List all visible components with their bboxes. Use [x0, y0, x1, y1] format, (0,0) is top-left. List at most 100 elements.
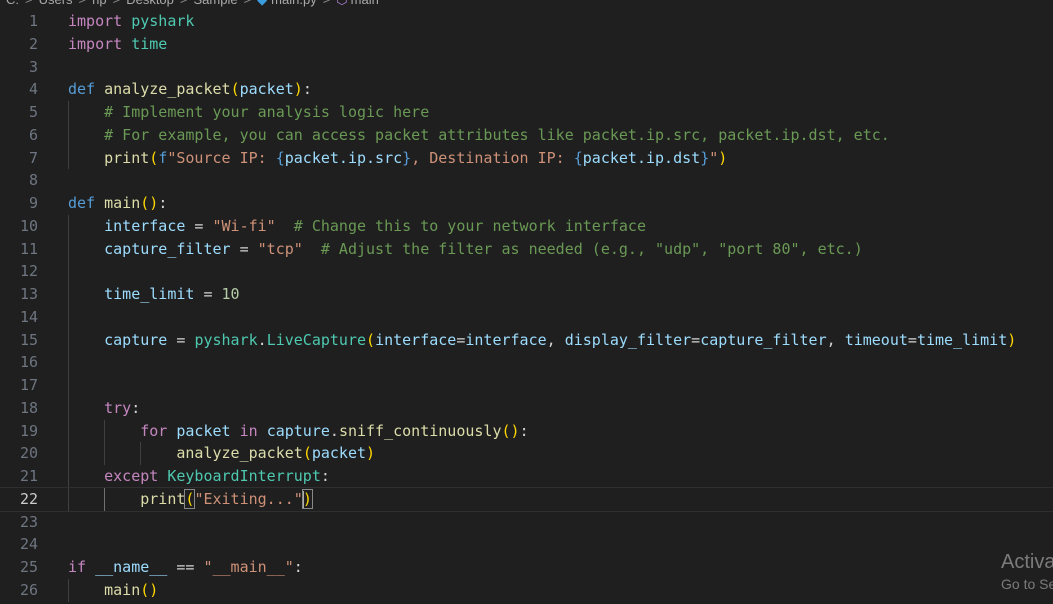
code-line[interactable]: 7 print(f"Source IP: {packet.ip.src}, De…	[0, 146, 1053, 170]
breadcrumb-separator: >	[323, 0, 331, 7]
line-number: 3	[28, 57, 38, 76]
line-number: 14	[19, 307, 38, 326]
code-text[interactable]: analyze_packet(packet)	[68, 442, 375, 465]
code-line[interactable]: 15 capture = pyshark.LiveCapture(interfa…	[0, 328, 1053, 352]
code-token: =	[194, 285, 222, 303]
code-line[interactable]: 4 def analyze_packet(packet):	[0, 78, 1053, 101]
breadcrumb-item[interactable]: Sample	[194, 0, 238, 7]
code-token: analyze_packet	[176, 444, 303, 463]
code-text[interactable]: time_limit = 10	[68, 283, 239, 306]
code-text[interactable]: def analyze_packet(packet):	[68, 78, 312, 101]
code-line[interactable]: 17	[0, 374, 1053, 397]
code-line[interactable]: 5 # Implement your analysis logic here	[0, 101, 1053, 124]
line-number: 24	[19, 535, 38, 554]
code-line[interactable]: 24	[0, 533, 1053, 556]
breadcrumb-item[interactable]: main	[351, 0, 379, 7]
code-text[interactable]: interface = "Wi-fi" # Change this to you…	[68, 215, 646, 238]
breadcrumb: C: > Users > hp > Desktop > Sample > ◆ main.py > ⬡ mai…	[0, 0, 1053, 8]
code-line[interactable]: 23	[0, 511, 1053, 534]
code-token: packet	[176, 421, 231, 440]
line-number: 21	[19, 467, 38, 485]
code-token: "Exiting..."	[194, 489, 303, 508]
code-line[interactable]: 14	[0, 305, 1053, 329]
code-line[interactable]: 20 analyze_packet(packet)	[0, 442, 1053, 465]
breadcrumb-item[interactable]: Desktop	[126, 0, 174, 7]
code-token: pyshark	[131, 12, 195, 30]
code-line[interactable]: 13 time_limit = 10	[0, 283, 1053, 306]
line-number: 12	[19, 262, 38, 281]
code-text[interactable]: capture_filter = "tcp" # Adjust the filt…	[68, 238, 863, 261]
indent-guide	[68, 260, 69, 283]
code-line[interactable]: 21 except KeyboardInterrupt:	[0, 465, 1053, 488]
code-token: interface	[465, 330, 547, 349]
code-line[interactable]: 2 import time	[0, 33, 1053, 56]
indent-guide	[68, 374, 69, 397]
code-text[interactable]: main()	[68, 579, 158, 602]
code-token: =	[907, 330, 917, 349]
code-text[interactable]: # Implement your analysis logic here	[68, 101, 429, 124]
code-token: display_filter	[564, 330, 692, 349]
code-token: print	[140, 489, 186, 508]
code-token: f	[158, 148, 168, 167]
breadcrumb-item[interactable]: main.py	[271, 0, 317, 7]
breadcrumb-separator: >	[180, 0, 188, 7]
code-token: )	[149, 580, 159, 599]
breadcrumb-item[interactable]: Users	[39, 0, 73, 7]
breadcrumb-separator: >	[244, 0, 252, 7]
code-token: =	[185, 216, 213, 235]
breadcrumb-item[interactable]: hp	[92, 0, 106, 7]
code-line[interactable]: 8	[0, 169, 1053, 192]
code-text[interactable]: # For example, you can access packet att…	[68, 124, 890, 147]
code-line[interactable]: 12	[0, 260, 1053, 283]
code-token: timeout	[844, 330, 908, 349]
code-token: (	[501, 421, 511, 440]
code-line[interactable]: 6 # For example, you can access packet a…	[0, 123, 1053, 147]
code-line[interactable]: 11 capture_filter = "tcp" # Adjust the f…	[0, 237, 1053, 261]
line-number: 4	[28, 80, 38, 99]
code-token: def	[68, 194, 96, 212]
code-token: .	[329, 421, 339, 440]
code-token: time_limit	[916, 330, 1008, 349]
code-text[interactable]: print(f"Source IP: {packet.ip.src}, Dest…	[68, 147, 727, 170]
code-line[interactable]: 25 if __name__ == "__main__":	[0, 556, 1053, 579]
line-number: 15	[19, 330, 38, 349]
code-token: :	[293, 558, 303, 576]
code-text[interactable]: try:	[68, 397, 140, 420]
code-text[interactable]: if __name__ == "__main__":	[68, 556, 303, 579]
code-token: main	[104, 194, 141, 212]
code-text[interactable]: import pyshark	[68, 10, 194, 33]
code-token: "Wi-fi"	[212, 216, 276, 235]
code-text[interactable]: except KeyboardInterrupt:	[68, 465, 330, 488]
code-line[interactable]: 1 import pyshark	[0, 10, 1053, 33]
code-text[interactable]: import time	[68, 33, 167, 56]
code-token: (	[149, 148, 159, 167]
code-text[interactable]: for packet in capture.sniff_continuously…	[68, 420, 528, 443]
code-line[interactable]: 3	[0, 56, 1053, 79]
code-editor[interactable]: 1 import pyshark 2 import time 3 4 def analyze…	[0, 10, 1053, 602]
code-text[interactable]: print("Exiting...")	[68, 488, 313, 511]
code-token: )	[510, 421, 520, 440]
code-token: capture_filter	[104, 239, 231, 258]
code-line[interactable]: 22 print("Exiting...")	[0, 486, 1053, 512]
code-token: for	[140, 421, 168, 440]
indent-guide	[68, 305, 69, 329]
code-line[interactable]: 26 main()	[0, 578, 1053, 602]
code-line[interactable]: 18 try:	[0, 396, 1053, 420]
code-token: :	[158, 194, 168, 212]
code-text[interactable]: capture = pyshark.LiveCapture(interface=…	[68, 329, 1016, 352]
code-line[interactable]: 16	[0, 351, 1053, 374]
breadcrumb-item[interactable]: C:	[6, 0, 19, 7]
code-line[interactable]: 19 for packet in capture.sniff_continuou…	[0, 419, 1053, 443]
code-token: LiveCapture	[266, 330, 367, 349]
code-text[interactable]: def main():	[68, 192, 167, 215]
code-line[interactable]: 10 interface = "Wi-fi" # Change this to …	[0, 214, 1053, 238]
code-line[interactable]: 9 def main():	[0, 192, 1053, 215]
code-token: {	[573, 148, 583, 167]
code-token: packet	[311, 444, 367, 463]
